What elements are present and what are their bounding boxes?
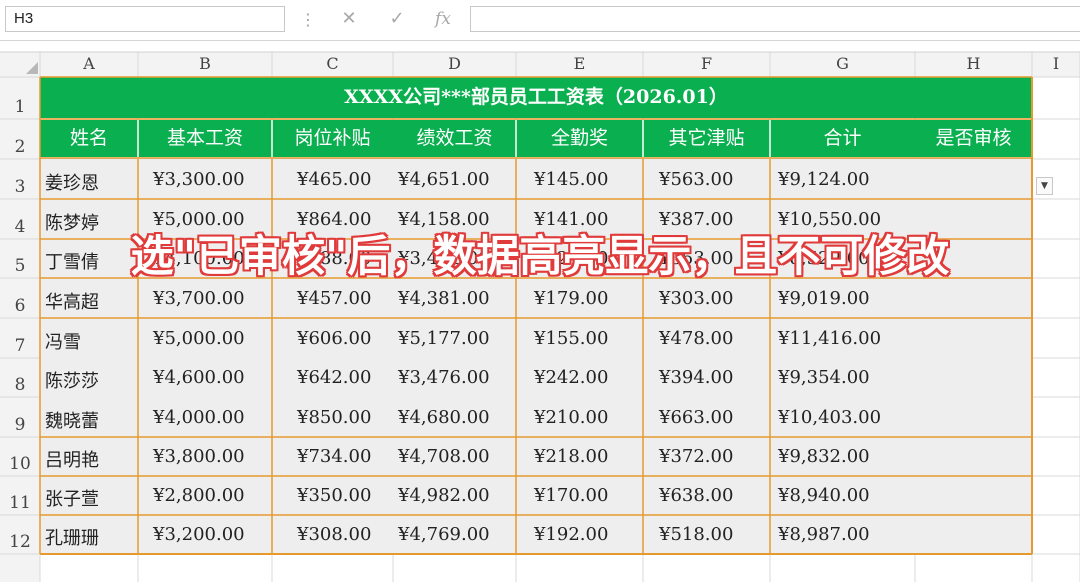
spreadsheet-grid: ABCDEFGHI 1 2 3 4 5 6 7 8 9 10 11 12 XXXX公司***部员员工工…	[0, 40, 1080, 582]
table-cell[interactable]: ¥3,300.00	[153, 169, 245, 190]
table-cell[interactable]: ¥394.00	[659, 367, 733, 388]
table-cell[interactable]: ¥4,769.00	[398, 524, 490, 545]
row-header-11[interactable]: 11	[0, 493, 40, 515]
table-cell[interactable]: 姜珍恩	[45, 169, 99, 195]
column-header-h[interactable]: H	[915, 52, 1032, 76]
table-cell[interactable]: ¥218.00	[534, 446, 608, 467]
table-cell[interactable]: ¥372.00	[659, 446, 733, 467]
table-cell[interactable]: ¥4,680.00	[398, 407, 490, 428]
table-cell[interactable]: 冯雪	[45, 328, 81, 354]
header-cell[interactable]: 是否审核	[915, 120, 1032, 157]
table-cell[interactable]: ¥4,000.00	[153, 407, 245, 428]
formula-bar-more-icon[interactable]: ⋮	[300, 10, 316, 29]
insert-function-icon[interactable]: fx	[428, 5, 458, 33]
table-cell[interactable]: ¥11,416.00	[778, 328, 881, 349]
table-cell[interactable]: ¥4,982.00	[398, 485, 490, 506]
table-cell[interactable]: ¥350.00	[297, 485, 371, 506]
table-cell[interactable]: ¥518.00	[659, 524, 733, 545]
header-cell[interactable]: 基本工资	[138, 120, 272, 157]
formula-input[interactable]	[470, 6, 1080, 32]
table-cell[interactable]: ¥242.00	[534, 367, 608, 388]
row-header-8[interactable]: 8	[0, 375, 40, 397]
table-cell[interactable]: ¥303.00	[659, 288, 733, 309]
table-cell[interactable]: ¥3,800.00	[153, 446, 245, 467]
table-cell[interactable]: ¥3,700.00	[153, 288, 245, 309]
table-body: 姜珍恩 ¥3,300.00 ¥465.00 ¥4,651.00 ¥145.00 ¥563.…	[40, 159, 1032, 554]
row-header-9[interactable]: 9	[0, 415, 40, 437]
table-cell[interactable]: ¥8,940.00	[778, 485, 870, 506]
table-cell[interactable]: ¥606.00	[297, 328, 371, 349]
table-cell[interactable]: ¥850.00	[297, 407, 371, 428]
table-cell[interactable]: ¥563.00	[659, 169, 733, 190]
table-cell[interactable]: ¥465.00	[297, 169, 371, 190]
column-header-b[interactable]: B	[138, 52, 272, 76]
column-header-g[interactable]: G	[770, 52, 915, 76]
column-header-d[interactable]: D	[393, 52, 516, 76]
row-header-6[interactable]: 6	[0, 296, 40, 318]
table-cell[interactable]: 华高超	[45, 288, 99, 314]
table-cell[interactable]: ¥192.00	[534, 524, 608, 545]
table-cell[interactable]: ¥3,476.00	[398, 367, 490, 388]
table-cell[interactable]: ¥734.00	[297, 446, 371, 467]
table-cell[interactable]: ¥2,800.00	[153, 485, 245, 506]
table-cell[interactable]: ¥3,200.00	[153, 524, 245, 545]
table-cell[interactable]: ¥457.00	[297, 288, 371, 309]
table-header-row: 姓名 基本工资 岗位补贴 绩效工资 全勤奖 其它津贴 合计 是否审核	[40, 120, 1032, 157]
table-cell[interactable]: ¥9,354.00	[778, 367, 870, 388]
header-cell[interactable]: 姓名	[40, 120, 138, 157]
table-cell[interactable]: ¥9,019.00	[778, 288, 870, 309]
table-cell[interactable]: ¥179.00	[534, 288, 608, 309]
cancel-icon[interactable]: ✕	[334, 5, 364, 33]
validation-dropdown-button[interactable]: ▼	[1036, 177, 1053, 195]
name-box[interactable]: H3	[5, 6, 285, 32]
row-header-10[interactable]: 10	[0, 454, 40, 476]
row-header-7[interactable]: 7	[0, 336, 40, 358]
table-cell[interactable]: ¥155.00	[534, 328, 608, 349]
table-cell[interactable]: ¥4,708.00	[398, 446, 490, 467]
table-cell[interactable]: ¥210.00	[534, 407, 608, 428]
table-cell[interactable]: 吕明艳	[45, 446, 99, 472]
table-cell[interactable]: ¥478.00	[659, 328, 733, 349]
column-header-f[interactable]: F	[643, 52, 770, 76]
table-cell[interactable]: ¥642.00	[297, 367, 371, 388]
table-cell[interactable]: ¥4,651.00	[398, 169, 490, 190]
header-cell[interactable]: 岗位补贴	[272, 120, 393, 157]
table-cell[interactable]: ¥4,381.00	[398, 288, 490, 309]
header-cell[interactable]: 全勤奖	[516, 120, 643, 157]
header-cell[interactable]: 合计	[770, 120, 915, 157]
row-header-3[interactable]: 3	[0, 177, 40, 199]
column-header-i[interactable]: I	[1032, 52, 1080, 76]
table-cell[interactable]: 孔珊珊	[45, 524, 99, 550]
table-cell[interactable]: ¥8,987.00	[778, 524, 870, 545]
enter-icon[interactable]: ✓	[382, 5, 412, 33]
table-cell[interactable]: 张子萱	[45, 485, 99, 511]
header-cell[interactable]: 绩效工资	[393, 120, 516, 157]
column-header-c[interactable]: C	[272, 52, 393, 76]
formula-bar: H3 ⋮ ✕ ✓ fx	[0, 0, 1080, 41]
column-header-e[interactable]: E	[516, 52, 643, 76]
table-cell[interactable]: ¥9,832.00	[778, 446, 870, 467]
header-cell[interactable]: 其它津贴	[643, 120, 770, 157]
row-header-12[interactable]: 12	[0, 532, 40, 554]
table-cell[interactable]: ¥9,124.00	[778, 169, 870, 190]
row-header-2[interactable]: 2	[0, 137, 40, 159]
table-cell[interactable]: ¥10,403.00	[778, 407, 881, 428]
table-cell[interactable]: ¥170.00	[534, 485, 608, 506]
table-cell[interactable]: ¥4,600.00	[153, 367, 245, 388]
table-cell[interactable]: ¥5,177.00	[398, 328, 490, 349]
sheet-title[interactable]: XXXX公司***部员员工工资表（2026.01）	[40, 77, 1032, 118]
table-cell[interactable]: ¥5,000.00	[153, 328, 245, 349]
table-cell[interactable]: ¥308.00	[297, 524, 371, 545]
table-cell[interactable]: ¥145.00	[534, 169, 608, 190]
table-cell[interactable]: ¥663.00	[659, 407, 733, 428]
table-cell[interactable]: ¥638.00	[659, 485, 733, 506]
table-cell[interactable]: 陈莎莎	[45, 367, 99, 393]
overlay-caption: 选"已审核"后，数据高亮显示，且不可修改	[130, 232, 950, 282]
column-header-a[interactable]: A	[40, 52, 138, 76]
table-cell[interactable]: 魏晓蕾	[45, 407, 99, 433]
row-header-1[interactable]: 1	[0, 97, 40, 119]
